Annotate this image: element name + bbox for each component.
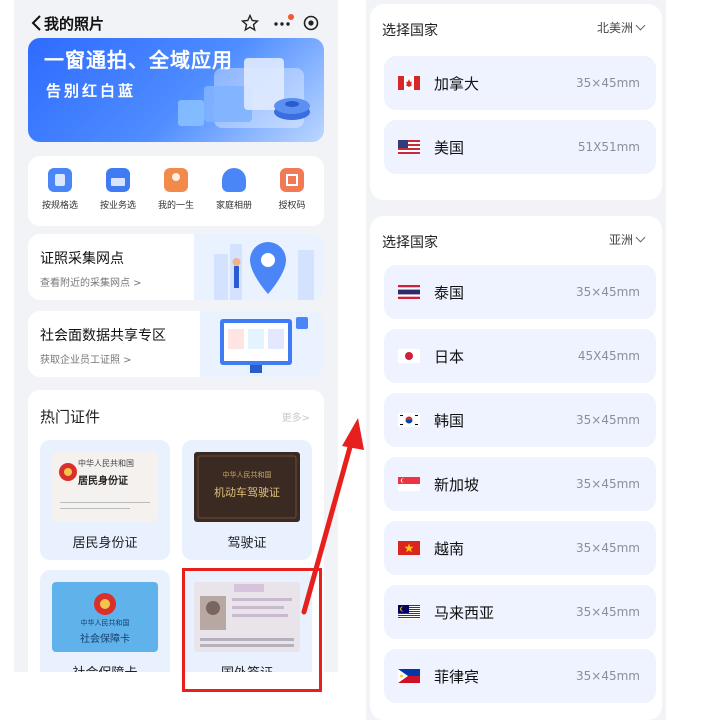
annotation-arrow bbox=[301, 418, 364, 615]
